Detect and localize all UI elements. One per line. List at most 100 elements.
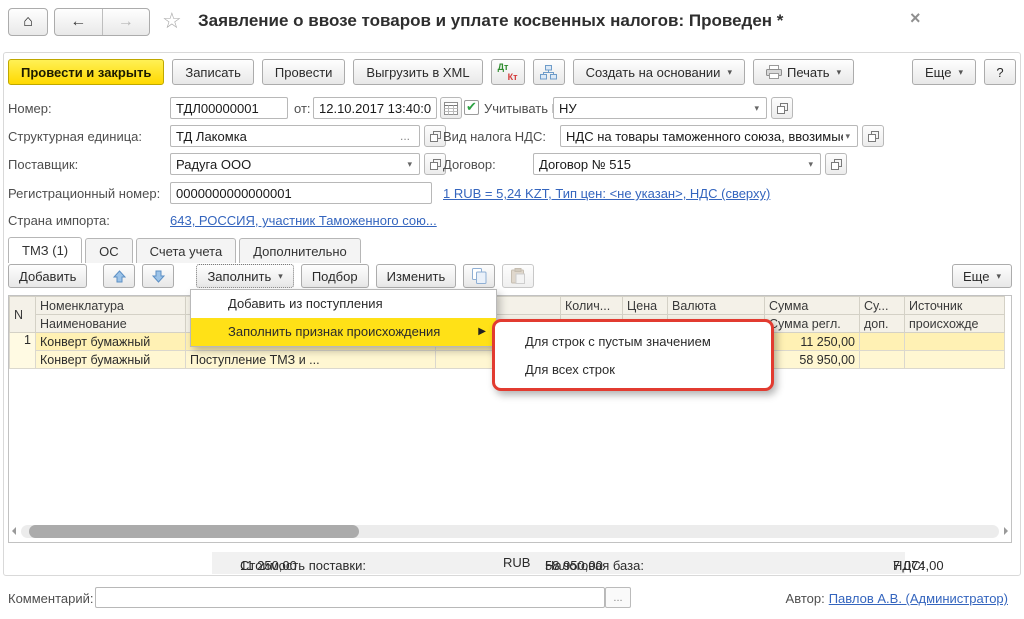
table-more-button[interactable]: Еще ▾ [952,264,1012,288]
kpn-kind-open-button[interactable] [771,97,793,119]
contract-field[interactable]: Договор № 515 ▾ [533,153,821,175]
copy-rows-button[interactable] [463,264,495,288]
close-icon[interactable]: × [910,8,921,29]
chevron-down-icon[interactable]: ▾ [843,131,852,142]
col-sum-header[interactable]: Сумма [765,297,860,315]
forward-button[interactable]: → [103,9,150,35]
kpn-kind-field[interactable]: НУ ▾ [553,97,767,119]
nomenclature-cell[interactable]: Конверт бумажный [36,333,186,351]
menu-item-fill-origin[interactable]: Заполнить признак происхождения ▶ [191,318,496,346]
date-label: от: [294,101,311,116]
col-dop-header[interactable]: доп. [860,315,905,333]
comment-expand-button[interactable]: ... [605,587,631,608]
col-price-header[interactable]: Цена [623,297,668,315]
submenu-item-all-rows[interactable]: Для всех строк [495,356,771,384]
horizontal-scrollbar[interactable] [21,525,999,538]
tab-label: ТМЗ (1) [22,243,68,258]
kpn-checkbox[interactable]: ✔ [464,100,479,115]
tab-tmz[interactable]: ТМЗ (1) [8,237,82,263]
scroll-right-icon[interactable] [1004,527,1008,535]
create-based-on-button[interactable]: Создать на основании ▾ [573,59,745,85]
number-label: Номер: [8,101,52,116]
window-title: Заявление о ввозе товаров и уплате косве… [198,11,783,31]
create-based-on-label: Создать на основании [586,65,721,80]
author-link[interactable]: Павлов А.В. (Администратор) [829,591,1008,606]
reg-number-field[interactable]: 0000000000000001 [170,182,432,204]
exchange-rate-link[interactable]: 1 RUB = 5,24 KZT, Тип цен: <не указан>, … [443,186,770,201]
date-field[interactable]: 12.10.2017 13:40:03 [313,97,437,119]
submenu-item-empty-rows[interactable]: Для строк с пустым значением [495,328,771,356]
edit-row-button[interactable]: Изменить [376,264,457,288]
print-button[interactable]: Печать ▾ [753,59,854,85]
tab-additional[interactable]: Дополнительно [239,238,361,263]
sum-cell[interactable]: 11 250,00 [765,333,860,351]
sum-regl-cell[interactable]: 58 950,00 [765,351,860,369]
chevron-down-icon[interactable]: ▾ [405,159,414,170]
tab-accounts[interactable]: Счета учета [136,238,237,263]
select-dots-icon[interactable]: ... [396,129,414,143]
row-number-cell[interactable]: 1 [10,333,36,369]
menu-item-add-from-receipt[interactable]: Добавить из поступления [191,290,496,318]
home-icon: ⌂ [23,13,33,31]
supplier-value: Радуга ООО [176,157,405,172]
structural-unit-label: Структурная единица: [8,129,142,144]
chevron-down-icon[interactable]: ▾ [752,103,761,114]
col-source-header[interactable]: Источник [905,297,1005,315]
export-xml-button[interactable]: Выгрузить в XML [353,59,482,85]
write-button[interactable]: Записать [172,59,254,85]
import-country-link[interactable]: 643, РОССИЯ, участник Таможенного сою... [170,213,437,228]
dtkt-postings-button[interactable]: ДтКт [491,59,525,85]
comment-input[interactable] [95,587,605,608]
col-name-header[interactable]: Наименование [36,315,186,333]
document-structure-button[interactable] [533,59,565,85]
check-icon: ✔ [466,100,477,113]
scroll-left-icon[interactable] [12,527,16,535]
main-toolbar: Провести и закрыть Записать Провести Выг… [8,59,1016,85]
supplier-field[interactable]: Радуга ООО ▾ [170,153,420,175]
fill-dropdown-button[interactable]: Заполнить ▾ [196,264,293,288]
col-currency-header[interactable]: Валюта [668,297,765,315]
post-button[interactable]: Провести [262,59,346,85]
printer-icon [766,65,782,79]
vat-kind-field[interactable]: НДС на товары таможенного союза, ввозимы… [560,125,858,147]
more-label: Еще [925,65,951,80]
paste-rows-button[interactable] [502,264,534,288]
move-up-button[interactable] [103,264,135,288]
number-field[interactable]: ТДЛ00000001 [170,97,288,119]
favorite-star-icon[interactable]: ☆ [162,10,182,32]
arrow-up-icon [113,270,126,283]
receipt-doc-cell[interactable]: Поступление ТМЗ и ... [186,351,436,369]
submenu-arrow-icon: ▶ [478,318,486,346]
tab-os[interactable]: ОС [85,238,133,263]
home-button[interactable]: ⌂ [8,8,48,36]
open-link-icon [430,159,441,170]
chevron-down-icon: ▾ [727,67,732,78]
more-button[interactable]: Еще ▾ [912,59,976,85]
vat-kind-open-button[interactable] [862,125,884,147]
contract-open-button[interactable] [825,153,847,175]
chevron-down-icon[interactable]: ▾ [806,159,815,170]
col-n-header[interactable]: N [10,297,36,333]
col-source2-header[interactable]: происхожде [905,315,1005,333]
help-icon: ? [996,65,1003,80]
calendar-button[interactable] [440,97,462,119]
post-and-close-button[interactable]: Провести и закрыть [8,59,164,85]
totals-bar: Стоимость поставки: 11 250,00 RUB Налого… [212,552,905,574]
back-button[interactable]: ← [55,9,103,35]
col-nomenclature-header[interactable]: Номенклатура [36,297,186,315]
col-su-header[interactable]: Су... [860,297,905,315]
pick-button[interactable]: Подбор [301,264,369,288]
structural-unit-field[interactable]: ТД Лакомка ... [170,125,420,147]
author-label: Автор: [786,591,825,606]
col-quantity-header[interactable]: Колич... [561,297,623,315]
help-button[interactable]: ? [984,59,1016,85]
contract-label: Договор: [443,157,496,172]
add-row-button[interactable]: Добавить [8,264,87,288]
name-cell[interactable]: Конверт бумажный [36,351,186,369]
currency-total: RUB [503,555,530,570]
move-down-button[interactable] [142,264,174,288]
scrollbar-thumb[interactable] [29,525,359,538]
contract-value: Договор № 515 [539,157,806,172]
open-link-icon [831,159,842,170]
col-sum-regl-header[interactable]: Сумма регл. [765,315,860,333]
